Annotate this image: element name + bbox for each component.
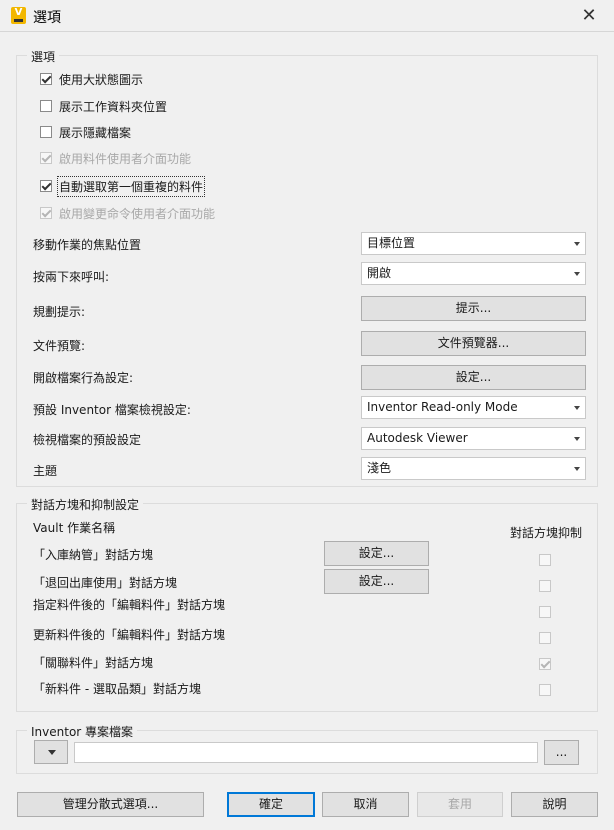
checkbox-label: 展示工作資料夾位置 xyxy=(59,99,168,114)
dialog-row-label: 「入庫納管」對話方塊 xyxy=(33,548,154,562)
checkbox-label: 使用大狀態圖示 xyxy=(59,72,144,87)
focus-position-label: 移動作業的焦點位置 xyxy=(33,238,142,252)
manage-distributed-options-button[interactable]: 管理分散式選項... xyxy=(17,792,204,817)
dialog-suppress-header: 對話方塊抑制 xyxy=(510,526,583,540)
dialog-row-label: 「退回出庫使用」對話方塊 xyxy=(33,576,178,590)
checkbox-auto-select-duplicate[interactable]: 自動選取第一個重複的料件 xyxy=(40,175,206,197)
checkout-settings-button[interactable]: 設定... xyxy=(324,569,429,594)
suppress-link-item-checkbox xyxy=(539,658,551,670)
chevron-down-icon xyxy=(574,272,580,276)
checkin-settings-button[interactable]: 設定... xyxy=(324,541,429,566)
checkbox-label: 自動選取第一個重複的料件 xyxy=(56,175,206,197)
dialog-row-label: 「關聯料件」對話方塊 xyxy=(33,656,154,670)
double-click-dropdown[interactable]: 開啟 xyxy=(361,262,586,285)
dialog-row-label: 更新料件後的「編輯料件」對話方塊 xyxy=(33,628,226,642)
dialog-row-label: 「新料件 - 選取品類」對話方塊 xyxy=(33,682,201,696)
doc-preview-label: 文件預覽: xyxy=(33,339,86,353)
dialog-row-label: 指定料件後的「編輯料件」對話方塊 xyxy=(33,598,226,612)
focus-position-dropdown[interactable]: 目標位置 xyxy=(361,232,586,255)
suppress-checkout-checkbox xyxy=(539,580,551,592)
checkbox-label: 展示隱藏檔案 xyxy=(59,125,132,140)
project-file-group-label: Inventor 專案檔案 xyxy=(27,723,138,740)
viewer-default-label: 檢視檔案的預設設定 xyxy=(33,433,142,447)
chevron-down-icon xyxy=(574,242,580,246)
vault-operation-header: Vault 作業名稱 xyxy=(33,521,116,535)
suppress-update-edit-item-checkbox xyxy=(539,632,551,644)
chevron-down-icon xyxy=(574,406,580,410)
chevron-down-icon xyxy=(574,437,580,441)
suppress-checkin-checkbox xyxy=(539,554,551,566)
dropdown-value: Autodesk Viewer xyxy=(367,431,468,445)
dropdown-value: 目標位置 xyxy=(367,236,416,250)
checkbox-label: 啟用變更命令使用者介面功能 xyxy=(59,206,216,221)
dropdown-value: Inventor Read-only Mode xyxy=(367,400,518,414)
planning-hints-label: 規劃提示: xyxy=(33,305,86,319)
open-behavior-label: 開啟檔案行為設定: xyxy=(33,371,134,385)
checkbox-enable-item-ui: 啟用料件使用者介面功能 xyxy=(40,150,191,166)
checkbox-label: 啟用料件使用者介面功能 xyxy=(59,151,192,166)
project-path-input[interactable] xyxy=(74,742,538,763)
checkbox-large-status-icons[interactable]: 使用大狀態圖示 xyxy=(40,71,143,87)
title-bar: V 選項 ✕ xyxy=(0,0,614,32)
double-click-label: 按兩下來呼叫: xyxy=(33,270,110,284)
checkbox xyxy=(40,152,52,164)
dialogs-group-label: 對話方塊和抑制設定 xyxy=(27,496,144,513)
ok-button[interactable]: 確定 xyxy=(227,792,315,817)
theme-label: 主題 xyxy=(33,464,58,478)
checkbox[interactable] xyxy=(40,73,52,85)
checkbox xyxy=(40,207,52,219)
checkbox[interactable] xyxy=(40,180,52,192)
apply-button: 套用 xyxy=(417,792,503,817)
doc-previewer-button[interactable]: 文件預覽器... xyxy=(361,331,586,356)
open-behavior-settings-button[interactable]: 設定... xyxy=(361,365,586,390)
help-button[interactable]: 說明 xyxy=(511,792,598,817)
inventor-view-label: 預設 Inventor 檔案檢視設定: xyxy=(33,403,191,417)
hints-button[interactable]: 提示... xyxy=(361,296,586,321)
checkbox-show-hidden-files[interactable]: 展示隱藏檔案 xyxy=(40,124,131,140)
checkbox[interactable] xyxy=(40,100,52,112)
suppress-assign-edit-item-checkbox xyxy=(539,606,551,618)
cancel-button[interactable]: 取消 xyxy=(322,792,409,817)
options-group-label: 選項 xyxy=(27,48,60,65)
browse-button[interactable]: ... xyxy=(544,740,579,765)
checkbox[interactable] xyxy=(40,126,52,138)
window-title: 選項 xyxy=(33,10,61,26)
checkbox-show-working-folder[interactable]: 展示工作資料夾位置 xyxy=(40,98,167,114)
dropdown-value: 開啟 xyxy=(367,266,392,280)
vault-app-icon: V xyxy=(11,7,26,24)
viewer-default-dropdown[interactable]: Autodesk Viewer xyxy=(361,427,586,450)
inventor-view-dropdown[interactable]: Inventor Read-only Mode xyxy=(361,396,586,419)
checkbox-enable-change-order-ui: 啟用變更命令使用者介面功能 xyxy=(40,205,215,221)
dropdown-value: 淺色 xyxy=(367,461,392,475)
suppress-new-item-category-checkbox xyxy=(539,684,551,696)
close-button[interactable]: ✕ xyxy=(578,5,600,27)
chevron-down-icon xyxy=(574,467,580,471)
theme-dropdown[interactable]: 淺色 xyxy=(361,457,586,480)
project-dropdown-button[interactable] xyxy=(34,740,68,764)
